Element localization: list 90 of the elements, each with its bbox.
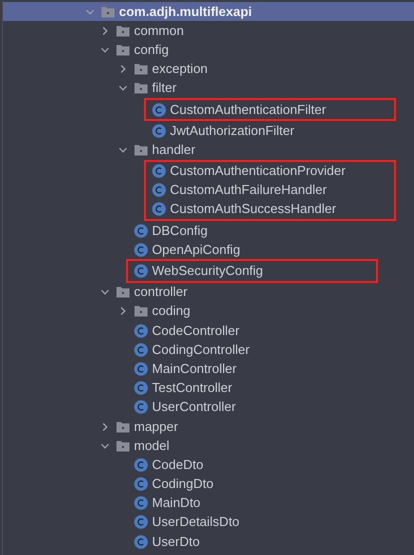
tree-item-label: UserController bbox=[152, 399, 236, 416]
class-icon bbox=[134, 264, 148, 278]
folder-icon bbox=[116, 286, 130, 298]
tree-row[interactable]: handler bbox=[0, 140, 414, 160]
folder-icon bbox=[116, 440, 130, 452]
class-icon bbox=[134, 458, 148, 472]
tree-item-label: config bbox=[134, 42, 169, 58]
tree-item-label: exception bbox=[152, 61, 208, 78]
class-icon bbox=[134, 534, 148, 549]
tree-item-label: WebSecurityConfig bbox=[152, 263, 264, 280]
chevron-right-icon[interactable] bbox=[118, 64, 128, 74]
tree-item-label: UserDetailsDto bbox=[152, 514, 240, 530]
tree-row[interactable]: UserDto bbox=[0, 532, 414, 552]
tree-row[interactable]: coding bbox=[0, 302, 414, 321]
tree-item-label: filter bbox=[152, 80, 177, 96]
tree-item-label: CodeDto bbox=[152, 456, 204, 473]
class-icon bbox=[134, 362, 148, 376]
tree-row[interactable]: JwtAuthorizationFilter bbox=[0, 121, 414, 140]
class-icon bbox=[152, 164, 166, 178]
class-icon bbox=[134, 242, 148, 257]
selected-tree-row[interactable]: com.adjh.multiflexapi bbox=[3, 2, 414, 22]
class-icon bbox=[134, 224, 148, 238]
class-icon bbox=[134, 324, 148, 338]
tree-item-label: MainDto bbox=[152, 495, 200, 512]
tree-item-label: coding bbox=[152, 303, 190, 320]
tree-row[interactable]: CodeDto bbox=[0, 455, 414, 474]
class-icon bbox=[134, 496, 148, 510]
folder-icon bbox=[134, 305, 148, 318]
tree-row[interactable]: CodingDto bbox=[0, 474, 414, 494]
tree-row[interactable]: MainDto bbox=[0, 494, 414, 513]
tree-item-label: CustomAuthenticationFilter bbox=[170, 102, 326, 118]
tree-row[interactable]: UserController bbox=[0, 398, 414, 417]
tree-row[interactable]: DBConfig bbox=[0, 221, 414, 240]
tree-row[interactable]: mapper bbox=[0, 416, 414, 436]
tree-row[interactable]: CodeController bbox=[0, 321, 414, 340]
tree-item-label: JwtAuthorizationFilter bbox=[170, 122, 294, 139]
tree-item-label: MainController bbox=[152, 360, 237, 377]
tree-item-label: CodingDto bbox=[152, 476, 214, 492]
tree-item-label: CustomAuthSuccessHandler bbox=[170, 201, 336, 218]
folder-icon bbox=[116, 44, 130, 56]
tree-item-label: mapper bbox=[134, 418, 178, 435]
tree-row[interactable]: CodingController bbox=[0, 340, 414, 360]
class-icon bbox=[134, 381, 148, 396]
tree-item-label: OpenApiConfig bbox=[152, 242, 240, 258]
tree-row[interactable]: OpenApiConfig bbox=[0, 240, 414, 260]
tree-item-label: CodeController bbox=[152, 322, 240, 339]
folder-icon bbox=[116, 24, 130, 37]
tree-row[interactable]: CustomAuthenticationProvider bbox=[146, 162, 394, 181]
folder-icon bbox=[101, 6, 115, 18]
folder-icon bbox=[134, 144, 148, 156]
class-icon bbox=[134, 515, 148, 530]
class-icon bbox=[152, 202, 166, 216]
tree-row[interactable]: CustomAuthenticationFilter bbox=[146, 100, 394, 120]
tree-row[interactable]: filter bbox=[0, 78, 414, 98]
tree-item-label: common bbox=[134, 22, 184, 39]
class-icon bbox=[152, 124, 166, 138]
class-icon bbox=[152, 102, 166, 117]
tree-row[interactable]: exception bbox=[0, 60, 414, 79]
tree-row[interactable]: MainController bbox=[0, 359, 414, 379]
tree-row[interactable]: WebSecurityConfig bbox=[128, 261, 376, 281]
tree-row[interactable]: controller bbox=[0, 282, 414, 302]
folder-icon bbox=[134, 63, 148, 76]
tree-row[interactable]: common bbox=[0, 21, 414, 40]
tree-item-label: handler bbox=[152, 142, 196, 158]
tree-item-label: TestController bbox=[152, 380, 232, 396]
tree-item-label: model bbox=[134, 438, 170, 454]
tree-item-label: com.adjh.multiflexapi bbox=[119, 4, 252, 20]
tree-item-label: UserDto bbox=[152, 534, 200, 550]
class-icon bbox=[134, 477, 148, 492]
chevron-right-icon[interactable] bbox=[118, 306, 128, 316]
tree-row[interactable]: CustomAuthFailureHandler bbox=[146, 180, 394, 200]
tree-row[interactable]: config bbox=[0, 40, 414, 60]
tree-item-label: CodingController bbox=[152, 342, 250, 358]
tree-item-label: CustomAuthFailureHandler bbox=[170, 182, 327, 198]
folder-icon bbox=[116, 420, 130, 433]
tree-row[interactable]: TestController bbox=[0, 378, 414, 398]
class-icon bbox=[134, 400, 148, 414]
chevron-right-icon[interactable] bbox=[100, 422, 110, 432]
tree-item-label: controller bbox=[134, 284, 188, 300]
tree-item-label: CustomAuthenticationProvider bbox=[170, 163, 346, 180]
tree-row[interactable]: model bbox=[0, 436, 414, 456]
chevron-right-icon[interactable] bbox=[100, 26, 110, 36]
chevron-down-icon[interactable] bbox=[100, 287, 110, 298]
tree-row[interactable]: CustomAuthSuccessHandler bbox=[146, 200, 394, 220]
tree-item-label: DBConfig bbox=[152, 222, 208, 239]
tree-row[interactable]: UserDetailsDto bbox=[0, 512, 414, 532]
chevron-down-icon[interactable] bbox=[118, 83, 128, 94]
class-icon bbox=[134, 342, 148, 357]
folder-icon bbox=[134, 82, 148, 94]
class-icon bbox=[152, 183, 166, 198]
